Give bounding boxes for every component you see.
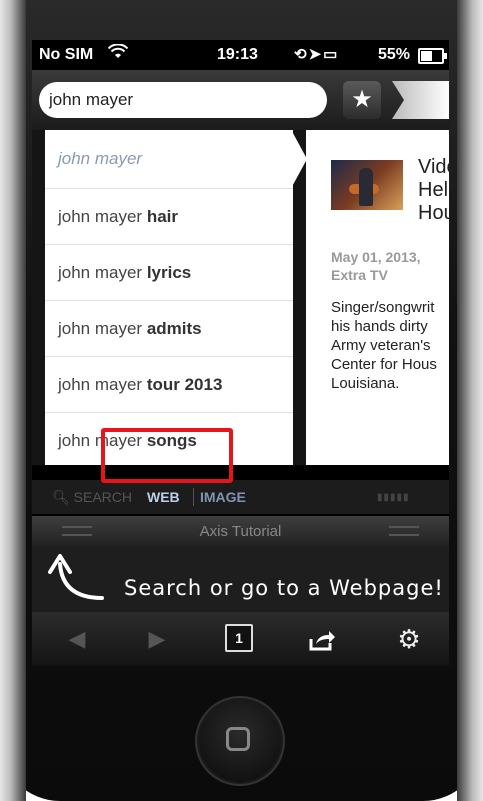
tabs-icon[interactable]: 1 (225, 624, 253, 652)
tutorial-header[interactable]: Axis Tutorial (32, 516, 449, 546)
clock: 19:13 (217, 46, 258, 63)
gear-icon[interactable]: ⚙ (394, 612, 424, 666)
carrier-label: No SIM (39, 46, 94, 63)
search-icon: 🔍︎ (52, 489, 70, 505)
status-bar: No SIM 19:13 ⟲➤▭ 55% (32, 40, 449, 70)
article-body: Singer/songwrit his hands dirty Army veter… (331, 299, 437, 392)
home-square-icon (226, 727, 250, 751)
article-meta: May 01, 2013, Extra TV (331, 249, 421, 283)
curved-arrow-icon (46, 550, 106, 615)
search-scope-bar: 🔍︎ SEARCH WEB IMAGE ▮▮▮▮▮ (32, 480, 449, 514)
phone-frame-right (457, 0, 483, 801)
back-arrow-icon[interactable]: ◀ (62, 612, 92, 666)
scope-tab-image[interactable]: IMAGE (200, 489, 246, 505)
bottom-toolbar: ◀ ▶ 1 ⚙ (32, 612, 449, 666)
tutorial-message: Search or go to a Webpage! (124, 576, 444, 600)
forward-arrow-icon[interactable]: ▶ (142, 612, 172, 666)
search-input[interactable] (39, 82, 327, 118)
home-button[interactable] (199, 700, 281, 782)
airplay-icon: ▭ (323, 46, 340, 63)
suggestion-item[interactable]: john mayer hair (45, 188, 293, 244)
phone-frame-left (0, 0, 26, 801)
bookmark-button[interactable]: ★ (343, 81, 381, 119)
suggestion-item[interactable]: john mayer lyrics (45, 244, 293, 300)
tutorial-title: Axis Tutorial (199, 523, 282, 540)
tutorial-panel: Search or go to a Webpage! (32, 546, 449, 612)
battery-percent: 55% (378, 46, 411, 63)
article-title: VideHelHou (418, 156, 449, 224)
tab-switcher[interactable] (392, 81, 449, 119)
scope-divider (193, 488, 194, 506)
article-preview[interactable]: VideHelHou May 01, 2013,Extra TV Singer/… (306, 130, 449, 465)
battery-icon (418, 48, 447, 64)
search-bar: ★ (32, 70, 449, 130)
star-icon: ★ (351, 86, 373, 113)
article-thumbnail (331, 160, 403, 210)
scope-tab-search[interactable]: 🔍︎ SEARCH (52, 489, 132, 506)
suggestion-item[interactable]: john mayer admits (45, 300, 293, 356)
rotation-lock-icon: ⟲ (294, 46, 309, 63)
content-area: john mayer hair john mayer lyrics john m… (32, 130, 449, 465)
location-icon: ➤ (308, 46, 324, 63)
wifi-icon (107, 43, 129, 65)
status-icons: ⟲➤▭ (294, 45, 339, 63)
share-icon[interactable] (307, 612, 337, 666)
phone-screen: No SIM 19:13 ⟲➤▭ 55% ★ john mayer hair j… (32, 40, 449, 666)
suggestion-item[interactable]: john mayer tour 2013 (45, 356, 293, 412)
grip-right-icon (389, 526, 419, 536)
scope-tab-web[interactable]: WEB (147, 489, 180, 505)
highlight-box (101, 428, 233, 483)
suggestion-item-selected[interactable]: john mayer (45, 130, 307, 188)
grip-icon[interactable]: ▮▮▮▮▮ (377, 492, 410, 503)
